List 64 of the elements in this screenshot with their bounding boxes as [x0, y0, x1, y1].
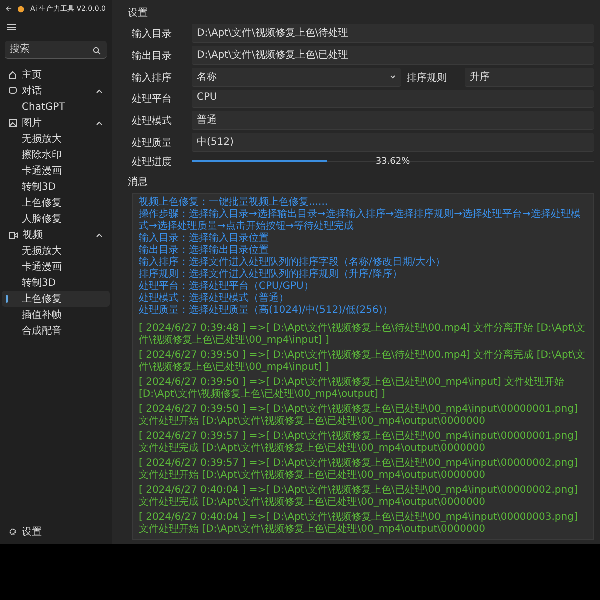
- nav-item[interactable]: 无损放大: [2, 243, 110, 259]
- search-icon: [93, 47, 101, 55]
- search-field[interactable]: 搜索: [5, 41, 107, 59]
- text-field[interactable]: D:\Apt\文件\视频修复上色\待处理: [192, 24, 594, 43]
- nav-item[interactable]: 合成配音: [2, 323, 110, 339]
- field-label: 处理平台: [132, 92, 173, 106]
- nav-item[interactable]: 视频: [2, 227, 110, 243]
- image-icon: [9, 119, 17, 127]
- text-field[interactable]: D:\Apt\文件\视频修复上色\已处理: [192, 46, 594, 65]
- video-camera-icon: [9, 232, 18, 238]
- nav-item[interactable]: 主页: [2, 67, 110, 83]
- log-line: [ 2024/6/27 0:39:57 ] =>[ D:\Apt\文件\视频修复上色\已处理\00_mp4\input\00000002.png] 文件处理开始 [D:\Apt\文件\视频修复上色\已处理\00_mp4\output\0000000: [139, 458, 579, 482]
- nav-item[interactable]: 人脸修复: [2, 211, 110, 227]
- dropdown[interactable]: 升序: [464, 68, 594, 87]
- home-icon: [9, 71, 17, 79]
- text-field[interactable]: CPU: [192, 90, 594, 108]
- info-line: 排序规则：选择文件进入处理队列的排序规则（升序/降序）: [139, 269, 404, 280]
- nav-item[interactable]: 图片: [2, 115, 110, 131]
- log-line: [ 2024/6/27 0:39:48 ] =>[ D:\Apt\文件\视频修复上色\待处理\00.mp4] 文件分离开始 [D:\Apt\文件\视频修复上色\已处理\00_mp4\input] ]: [139, 323, 587, 347]
- nav-item[interactable]: ChatGPT: [2, 99, 110, 115]
- field-label: 输入目录: [132, 28, 173, 40]
- caret-icon: [390, 75, 396, 79]
- nav-item[interactable]: 擦除水印: [2, 147, 110, 163]
- settings-nav-item[interactable]: 设置: [2, 524, 110, 540]
- back-arrow-icon[interactable]: [6, 5, 12, 13]
- app-logo-icon: [18, 4, 25, 14]
- log-line: [ 2024/6/27 0:40:04 ] =>[ D:\Apt\文件\视频修复上色\已处理\00_mp4\input\00000003.png] 文件处理开始 [D:\Apt\文件\视频修复上色\已处理\00_mp4\output\0000000: [139, 512, 579, 536]
- info-line: 输入目录：选择输入目录位置: [139, 233, 270, 244]
- dropdown[interactable]: 名称: [192, 68, 401, 87]
- log-line: [ 2024/6/27 0:39:50 ] =>[ D:\Apt\文件\视频修复上色\已处理\00_mp4\input] 文件处理开始 [D:\Apt\文件\视频修复上色\已处理\00_mp4\output] ]: [139, 377, 566, 401]
- info-line: 处理平台：选择处理平台（CPU/GPU）: [139, 281, 315, 292]
- nav-item[interactable]: 卡通漫画: [2, 259, 110, 275]
- log-line: [ 2024/6/27 0:39:50 ] =>[ D:\Apt\文件\视频修复上色\待处理\00.mp4] 文件分离完成 [D:\Apt\文件\视频修复上色\已处理\00_mp4\input] ]: [139, 350, 587, 374]
- field-label: 输出目录: [132, 50, 173, 62]
- nav-item[interactable]: 对话: [2, 83, 110, 99]
- field-label: 处理质量: [132, 136, 173, 150]
- nav-item[interactable]: 上色修复: [2, 291, 110, 307]
- chat-icon: [9, 87, 17, 95]
- log-line: [ 2024/6/27 0:39:57 ] =>[ D:\Apt\文件\视频修复上色\已处理\00_mp4\input\00000001.png] 文件处理完成 [D:\Apt\文件\视频修复上色\已处理\00_mp4\output\0000000: [139, 431, 579, 455]
- info-line: 操作步骤：选择输入目录→选择输出目录→选择输入排序→选择排序规则→选择处理平台→选择处理模式→选择处理质量→点击开始按钮→等待处理完成: [139, 209, 582, 232]
- nav-item[interactable]: 卡通漫画: [2, 163, 110, 179]
- text-field[interactable]: 中(512): [192, 133, 594, 152]
- text-field[interactable]: 普通: [192, 111, 594, 130]
- settings-icon: [9, 528, 17, 536]
- progress-reading: 33.62%: [376, 157, 410, 167]
- log-line: [ 2024/6/27 0:39:50 ] =>[ D:\Apt\文件\视频修复上色\已处理\00_mp4\input\00000001.png] 文件处理开始 [D:\Apt\文件\视频修复上色\已处理\00_mp4\output\0000000: [139, 404, 579, 428]
- field-label: 排序规则: [406, 72, 448, 84]
- section-title: 设置: [128, 6, 149, 20]
- nav-item[interactable]: 上色修复: [2, 195, 110, 211]
- section-title: 消息: [128, 176, 149, 189]
- nav-item[interactable]: 插值补帧: [2, 307, 110, 323]
- nav-item[interactable]: 无损放大: [2, 131, 110, 147]
- field-label: 处理模式: [132, 114, 173, 128]
- field-label: 处理进度: [132, 156, 173, 169]
- log-line: [ 2024/6/27 0:40:04 ] =>[ D:\Apt\文件\视频修复上色\已处理\00_mp4\input\00000002.png] 文件处理完成 [D:\Apt\文件\视频修复上色\已处理\00_mp4\output\0000000: [139, 485, 579, 509]
- info-line: 处理质量：选择处理质量（高(1024)/中(512)/低(256)）: [139, 305, 394, 317]
- nav-item[interactable]: 转制3D: [2, 275, 110, 291]
- info-line: 输出目录：选择输出目录位置: [139, 245, 270, 256]
- info-line: 视频上色修复：一键批量视频上色修复......: [139, 197, 330, 208]
- nav-item[interactable]: 转制3D: [2, 179, 110, 195]
- menu-icon[interactable]: [7, 24, 16, 31]
- info-line: 输入排序：选择文件进入处理队列的排序字段（名称/修改日期/大小）: [139, 257, 447, 268]
- info-line: 处理模式：选择处理模式（普通）: [139, 293, 290, 304]
- field-label: 输入排序: [132, 72, 173, 84]
